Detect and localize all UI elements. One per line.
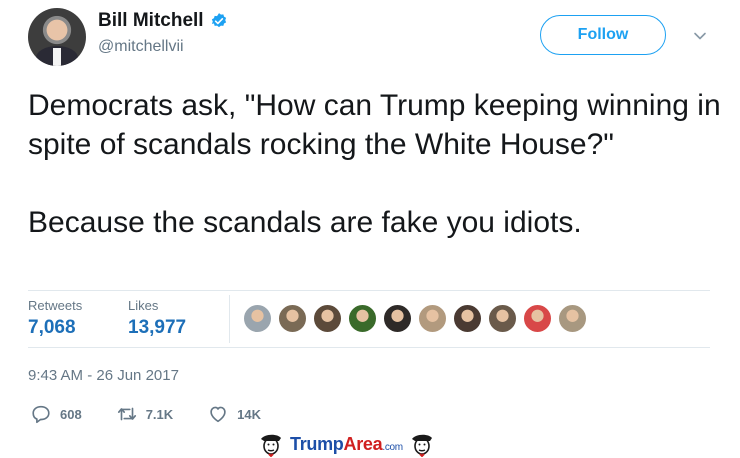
retweets-stat[interactable]: Retweets 7,068	[28, 298, 82, 339]
liker-avatars	[243, 304, 587, 333]
retweet-icon	[117, 407, 136, 421]
liker-avatar[interactable]	[278, 304, 307, 333]
stats-bottom-divider	[28, 347, 710, 348]
chevron-down-icon[interactable]	[692, 28, 708, 44]
retweets-value: 7,068	[28, 317, 76, 338]
author-name-row: Bill Mitchell	[98, 10, 228, 32]
verified-badge-icon	[211, 13, 226, 28]
tweet-actions: 608 7.1K 14K	[30, 403, 295, 425]
follow-button[interactable]: Follow	[540, 15, 666, 55]
like-button[interactable]: 14K	[207, 403, 261, 425]
retweets-label: Retweets	[28, 298, 83, 313]
retweet-button[interactable]: 7.1K	[116, 403, 173, 425]
liker-avatar[interactable]	[313, 304, 342, 333]
liker-avatar[interactable]	[558, 304, 587, 333]
likes-label: Likes	[128, 298, 159, 313]
watermark-domain: .com	[382, 441, 403, 453]
author-avatar[interactable]	[28, 8, 86, 66]
tweet-paragraph-2: Because the scandals are fake you idiots…	[28, 206, 582, 239]
tweet-timestamp[interactable]: 9:43 AM - 26 Jun 2017	[28, 367, 179, 384]
liker-avatar[interactable]	[243, 304, 272, 333]
stats-separator	[229, 295, 230, 343]
tweet-text: Democrats ask, "How can Trump keeping wi…	[28, 86, 728, 242]
likes-stat[interactable]: Likes 13,977	[128, 298, 186, 339]
reply-count: 608	[60, 406, 82, 422]
liker-avatar[interactable]	[418, 304, 447, 333]
author-name[interactable]: Bill Mitchell	[98, 10, 204, 32]
reply-icon	[32, 405, 50, 424]
retweet-count: 7.1K	[145, 406, 174, 422]
tweet-paragraph-1: Democrats ask, "How can Trump keeping wi…	[28, 89, 721, 161]
liker-avatar[interactable]	[488, 304, 517, 333]
reply-button[interactable]: 608	[30, 403, 82, 425]
liker-avatar[interactable]	[383, 304, 412, 333]
trump-face-icon	[261, 434, 281, 457]
watermark-word-2: Area	[343, 433, 383, 454]
stats-top-divider	[28, 290, 710, 291]
liker-avatar[interactable]	[453, 304, 482, 333]
like-count: 14K	[237, 406, 262, 422]
liker-avatar[interactable]	[523, 304, 552, 333]
watermark-word-1: Trump	[290, 433, 344, 454]
trump-face-icon	[411, 434, 432, 457]
liker-avatar[interactable]	[348, 304, 377, 333]
trumparea-watermark: TrumpArea.com	[258, 431, 482, 457]
likes-value: 13,977	[128, 317, 187, 338]
author-handle[interactable]: @mitchellvii	[98, 38, 184, 56]
avatar-shirt	[53, 48, 61, 66]
heart-icon	[210, 406, 226, 423]
